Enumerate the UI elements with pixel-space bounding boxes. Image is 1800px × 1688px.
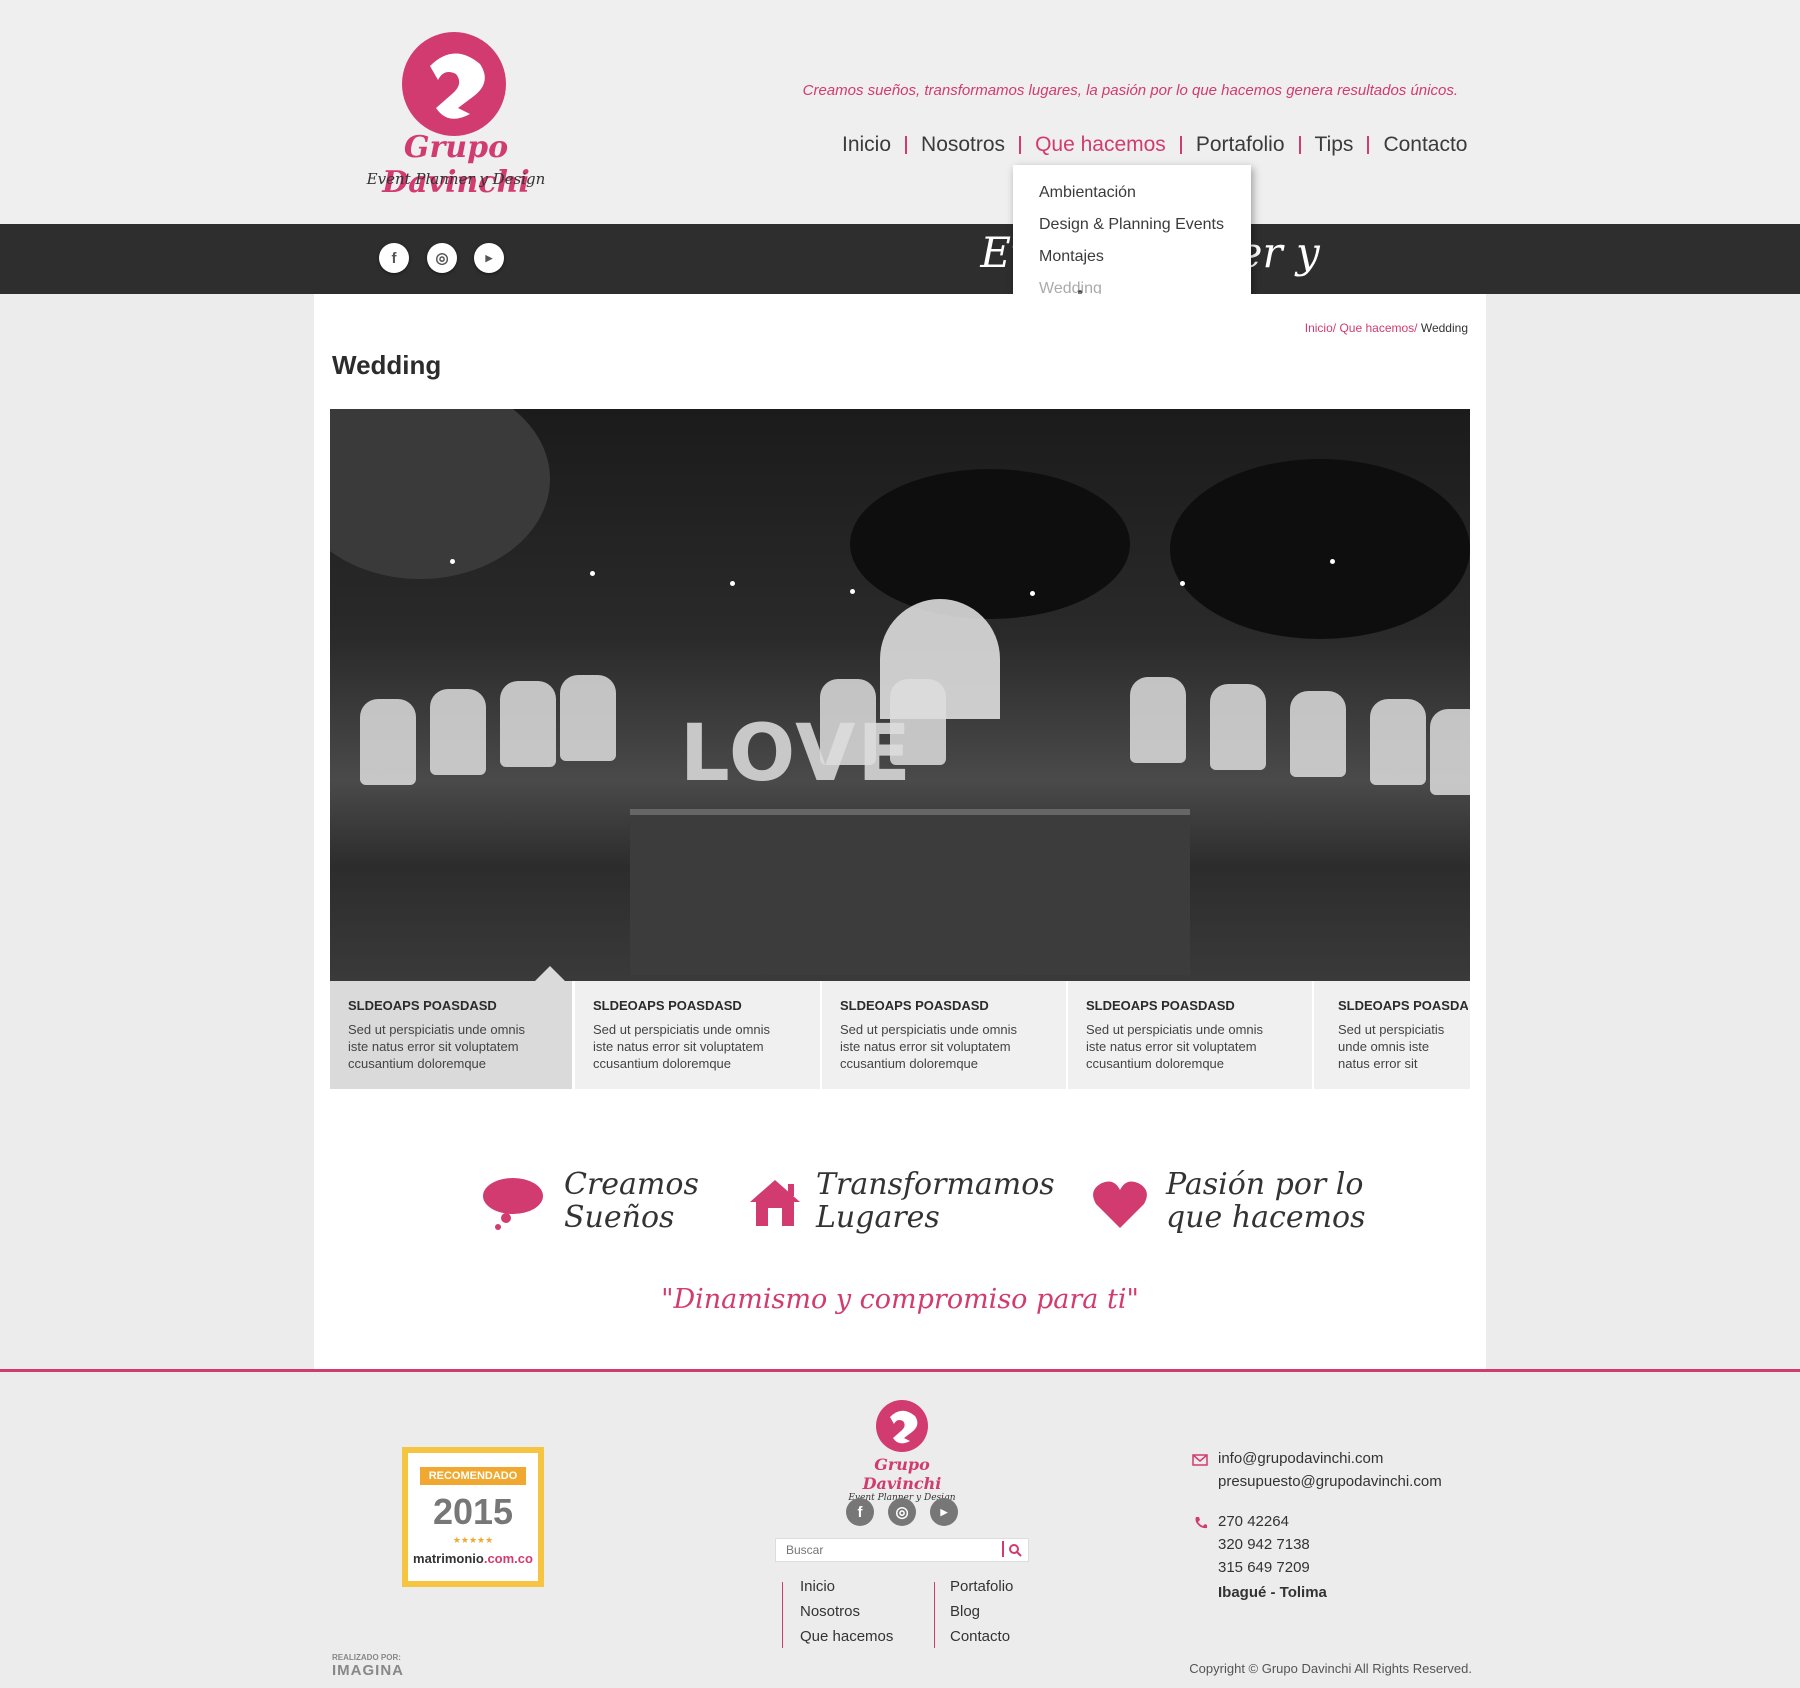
slider-tab-title: SLDEOAPS POASDASD [840,998,989,1013]
motto: "Dinamismo y compromiso para ti" [661,1284,1139,1315]
nav-que-hacemos[interactable]: Que hacemos [1021,133,1180,157]
copyright: Copyright © Grupo Davinchi All Rights Re… [1189,1661,1472,1676]
phone-3: 315 649 7209 [1218,1559,1310,1576]
email-presupuesto[interactable]: presupuesto@grupodavinchi.com [1218,1473,1442,1490]
phone-icon [1195,1517,1207,1529]
credit-imagina[interactable]: IMAGINA [332,1662,404,1679]
phone-2: 320 942 7138 [1218,1536,1310,1553]
dropdown-item-ambientacion[interactable]: Ambientación [1039,184,1136,202]
facebook-icon[interactable]: f [379,243,409,273]
footer-youtube-icon[interactable]: ▶ [930,1498,958,1526]
que-hacemos-dropdown: Ambientación Design & Planning Events Mo… [1013,165,1251,313]
logo-wordmark: Grupo Davinchi [382,130,530,200]
breadcrumb-section[interactable]: Que hacemos/ [1339,321,1417,335]
footer-logo-wordmark: Grupo Davinchi [862,1455,942,1493]
footer-link-que-hacemos[interactable]: Que hacemos [800,1628,893,1645]
slider-tab-text: Sed ut perspiciatis unde omnis iste natu… [840,1022,1018,1071]
dropdown-item-montajes[interactable]: Montajes [1039,248,1104,266]
slider-tab-1[interactable]: SLDEOAPS POASDASD Sed ut perspiciatis un… [330,981,572,1089]
badge-site: matrimonio.com.co [413,1551,533,1566]
slider-tab-title: SLDEOAPS POASDASD [1086,998,1235,1013]
header-tagline: Creamos sueños, transformamos lugares, l… [802,82,1458,99]
feature-pasion: Pasión por lo que hacemos [1166,1167,1366,1235]
slider-tab-4[interactable]: SLDEOAPS POASDASD Sed ut perspiciatis un… [1068,981,1312,1089]
slider-tab-title: SLDEOAPS POASDASD [593,998,742,1013]
slider-tab-title: SLDEOAPS POASDASD [348,998,497,1013]
footer-logo[interactable]: Grupo Davinchi Event Planner y Design [846,1398,958,1503]
footer-instagram-icon[interactable]: ◎ [888,1498,916,1526]
youtube-icon[interactable]: ▶ [474,243,504,273]
slider-tab-3[interactable]: SLDEOAPS POASDASD Sed ut perspiciatis un… [822,981,1066,1089]
palm-tree [330,409,550,579]
palm-tree [1170,459,1470,639]
credit-label: REALIZADO POR: [332,1653,401,1662]
cloud-icon [483,1178,543,1230]
footer-link-blog[interactable]: Blog [950,1603,980,1620]
header-background [0,0,1800,224]
footer-link-nosotros[interactable]: Nosotros [800,1603,860,1620]
instagram-icon[interactable]: ◎ [427,243,457,273]
footer-facebook-icon[interactable]: f [846,1498,874,1526]
pool [630,809,1190,975]
active-tab-pointer [535,966,565,981]
footer-link-inicio[interactable]: Inicio [800,1578,835,1595]
footer-link-portafolio[interactable]: Portafolio [950,1578,1013,1595]
matrimonio-award-badge[interactable]: RECOMENDADO 2015 ★★★★★ matrimonio.com.co [402,1447,544,1587]
feature-transformamos: Transformamos Lugares [816,1167,1055,1235]
slider-tab-text: Sed ut perspiciatis unde omnis iste natu… [1086,1022,1264,1071]
nav-contacto[interactable]: Contacto [1369,133,1481,157]
slider-tab-text: Sed ut perspiciatis unde omnis iste natu… [348,1022,526,1071]
search-input[interactable] [784,1542,988,1558]
logo-mark-icon [876,1400,928,1452]
slider-tab-5[interactable]: SLDEOAPS POASDAS Sed ut perspiciatis und… [1314,981,1470,1089]
logo-subtitle: Event Planner y Design [366,170,546,188]
love-letters: LOVE [680,709,913,799]
city: Ibagué - Tolima [1218,1584,1327,1601]
nav-portafolio[interactable]: Portafolio [1182,133,1299,157]
palm-tree [850,469,1130,619]
brand-logo[interactable]: Grupo Davinchi Event Planner y Design [352,30,560,202]
envelope-icon [1192,1454,1208,1466]
footer-divider [0,1369,1800,1372]
breadcrumb-current: Wedding [1420,321,1468,335]
nav-nosotros[interactable]: Nosotros [907,133,1019,157]
nav-inicio[interactable]: Inicio [828,133,905,157]
email-info[interactable]: info@grupodavinchi.com [1218,1450,1383,1467]
search-icon[interactable] [1008,1543,1022,1557]
footer-search-box [775,1538,1029,1562]
hero-image[interactable]: LOVE [330,409,1470,981]
slider-tab-text: Sed ut perspiciatis unde omnis iste natu… [593,1022,771,1071]
badge-stars: ★★★★★ [452,1535,494,1545]
breadcrumb: Inicio/ Que hacemos/ Wedding [1305,321,1468,335]
breadcrumb-home[interactable]: Inicio/ [1305,321,1336,335]
slider-tab-2[interactable]: SLDEOAPS POASDASD Sed ut perspiciatis un… [575,981,820,1089]
feature-creamos: Creamos Sueños [564,1167,699,1235]
heart-icon [1093,1181,1147,1228]
badge-year: 2015 [432,1491,514,1532]
page-title: Wedding [332,350,442,380]
dropdown-item-design-planning[interactable]: Design & Planning Events [1039,216,1224,234]
nav-tips[interactable]: Tips [1301,133,1368,157]
slider-tab-title: SLDEOAPS POASDAS [1338,998,1468,1013]
footer-link-contacto[interactable]: Contacto [950,1628,1010,1645]
slider-tab-text: Sed ut perspiciatis unde omnis iste natu… [1338,1022,1445,1071]
phone-1: 270 42264 [1218,1513,1289,1530]
badge-label: RECOMENDADO [420,1467,526,1485]
house-icon [750,1180,800,1226]
main-nav: Inicio Nosotros Que hacemos Portafolio T… [828,130,1482,160]
